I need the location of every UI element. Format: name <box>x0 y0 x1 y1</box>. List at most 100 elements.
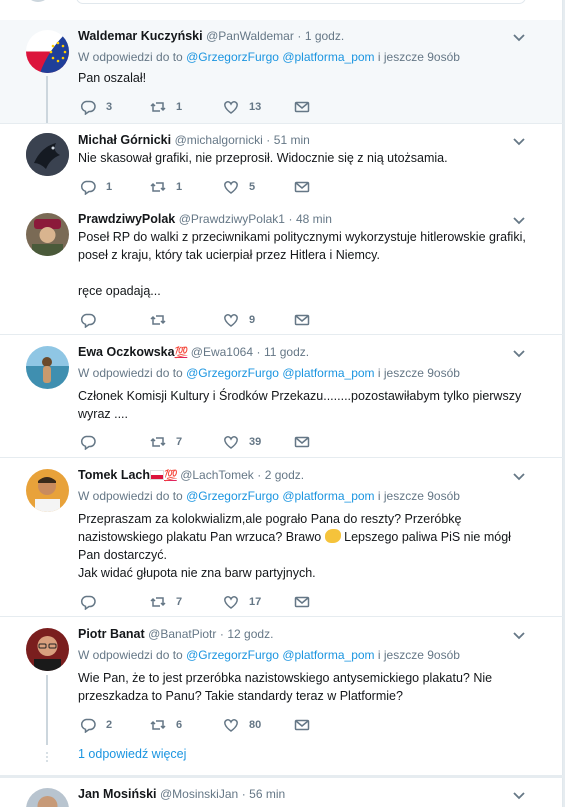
direct-message-button[interactable] <box>294 717 310 733</box>
mention-link[interactable]: @GrzegorzFurgo <box>186 489 279 503</box>
reply-count: 3 <box>106 101 113 113</box>
reply-suffix[interactable]: i jeszcze 9osób <box>378 366 460 380</box>
mention-link[interactable]: @GrzegorzFurgo <box>186 648 279 662</box>
chevron-down-icon[interactable] <box>512 631 526 641</box>
mention-link[interactable]: @platforma_pom <box>282 489 374 503</box>
tweet-michal[interactable]: Michał Górnicki @michalgornicki · 51 min… <box>0 124 563 203</box>
tweet-ewa[interactable]: Ewa Oczkowska💯 @Ewa1064 · 11 godz. W odp… <box>0 335 563 457</box>
timestamp[interactable]: 56 min <box>249 787 285 801</box>
username[interactable]: @Ewa1064 <box>191 345 253 359</box>
display-name[interactable]: Michał Górnicki <box>78 133 171 147</box>
timestamp[interactable]: 11 godz. <box>264 345 309 359</box>
chevron-down-icon[interactable] <box>512 33 526 43</box>
retweet-button[interactable]: 1 <box>150 99 182 115</box>
like-button[interactable]: 17 <box>223 594 261 610</box>
reply-suffix[interactable]: i jeszcze 9osób <box>378 489 460 503</box>
tweet-jan[interactable]: Jan Mosiński @MosinskiJan · 56 min <box>0 778 563 807</box>
chevron-down-icon[interactable] <box>512 472 526 482</box>
like-count: 5 <box>249 181 256 193</box>
mention-link[interactable]: @GrzegorzFurgo <box>186 50 279 64</box>
chevron-down-icon[interactable] <box>512 137 526 147</box>
reply-suffix[interactable]: i jeszcze 9osób <box>378 648 460 662</box>
avatar[interactable] <box>26 133 69 176</box>
reply-button[interactable]: 2 <box>80 717 112 733</box>
reply-suffix[interactable]: i jeszcze 9osób <box>378 50 460 64</box>
avatar[interactable] <box>26 788 69 807</box>
reply-button[interactable]: 1 <box>80 179 112 195</box>
timestamp[interactable]: 1 godz. <box>305 29 344 43</box>
tweet-piotr[interactable]: Piotr Banat @BanatPiotr · 12 godz. W odp… <box>0 617 563 775</box>
username[interactable]: @MosinskiJan <box>160 787 238 801</box>
tweet-prawdziwypolak[interactable]: PrawdziwyPolak @PrawdziwyPolak1 · 48 min… <box>0 203 563 334</box>
tweet-text: Wie Pan, że to jest przeróbka nazistowsk… <box>78 669 528 705</box>
username[interactable]: @BanatPiotr <box>148 627 216 641</box>
like-button[interactable]: 39 <box>223 434 261 450</box>
tweet-text: Członek Komisji Kultury i Środków Przeka… <box>78 387 528 423</box>
retweet-count: 6 <box>176 719 183 731</box>
hundred-points-emoji: 💯 <box>174 347 189 359</box>
reply-button[interactable]: 3 <box>80 99 112 115</box>
mention-link[interactable]: @GrzegorzFurgo <box>186 366 279 380</box>
retweet-count: 1 <box>176 101 183 113</box>
tweet-text-line-with-emoji: nazistowskiego plakatu Pan wrzuca? Brawo… <box>78 528 528 546</box>
reply-input[interactable] <box>76 0 526 4</box>
tweet-waldemar[interactable]: Waldemar Kuczyński @PanWaldemar · 1 godz… <box>0 20 563 123</box>
avatar[interactable] <box>26 213 69 256</box>
timestamp[interactable]: 51 min <box>274 133 310 147</box>
display-name[interactable]: Jan Mosiński <box>78 787 157 801</box>
tweet-header: Tomek Lach 💯 @LachTomek · 2 godz. <box>78 468 304 482</box>
tweet-text-line: Członek Komisji Kultury i Środków Przeka… <box>78 389 522 403</box>
timestamp[interactable]: 48 min <box>296 212 332 226</box>
tweet-tomek[interactable]: Tomek Lach 💯 @LachTomek · 2 godz. W odpow… <box>0 458 563 616</box>
timestamp[interactable]: 2 godz. <box>265 468 304 482</box>
chevron-down-icon[interactable] <box>512 791 526 801</box>
avatar[interactable] <box>26 30 69 73</box>
like-button[interactable]: 80 <box>223 717 261 733</box>
direct-message-button[interactable] <box>294 312 310 328</box>
display-name[interactable]: Waldemar Kuczyński <box>78 29 203 43</box>
mention-link[interactable]: @platforma_pom <box>282 366 374 380</box>
like-button[interactable]: 9 <box>223 312 255 328</box>
tweet-text-line: Wie Pan, że to jest przeróbka nazistowsk… <box>78 671 493 685</box>
direct-message-button[interactable] <box>294 594 310 610</box>
username[interactable]: @PanWaldemar <box>206 29 294 43</box>
retweet-button[interactable]: 6 <box>150 717 182 733</box>
tweet-actions: 7 17 <box>80 594 320 610</box>
mention-link[interactable]: @platforma_pom <box>282 648 374 662</box>
envelope-icon <box>294 314 310 326</box>
reply-button[interactable] <box>80 594 106 610</box>
mention-link[interactable]: @platforma_pom <box>282 50 374 64</box>
username[interactable]: @michalgornicki <box>175 133 263 147</box>
like-button[interactable]: 13 <box>223 99 261 115</box>
avatar[interactable] <box>26 628 69 671</box>
direct-message-button[interactable] <box>294 99 310 115</box>
display-name[interactable]: PrawdziwyPolak <box>78 212 175 226</box>
retweet-button[interactable] <box>150 312 176 328</box>
display-name[interactable]: Tomek Lach <box>78 468 150 482</box>
avatar[interactable] <box>26 469 69 512</box>
username[interactable]: @PrawdziwyPolak1 <box>179 212 285 226</box>
heart-icon <box>224 314 238 327</box>
timestamp[interactable]: 12 godz. <box>227 627 273 641</box>
thread-dots <box>45 752 49 764</box>
separator-dot: · <box>257 468 262 482</box>
clapping-hands-icon <box>324 529 341 543</box>
tweet-text-blank-line <box>78 264 528 282</box>
chevron-down-icon[interactable] <box>512 216 526 226</box>
chevron-down-icon[interactable] <box>512 349 526 359</box>
display-name[interactable]: Piotr Banat <box>78 627 145 641</box>
display-name[interactable]: Ewa Oczkowska <box>78 345 175 359</box>
show-more-replies-link[interactable]: 1 odpowiedź więcej <box>78 747 186 761</box>
retweet-button[interactable]: 7 <box>150 434 182 450</box>
direct-message-button[interactable] <box>294 179 310 195</box>
username[interactable]: @LachTomek <box>180 468 254 482</box>
retweet-button[interactable]: 1 <box>150 179 182 195</box>
retweet-button[interactable]: 7 <box>150 594 182 610</box>
reply-button[interactable] <box>80 434 106 450</box>
reply-button[interactable] <box>80 312 106 328</box>
like-button[interactable]: 5 <box>223 179 255 195</box>
heart-icon <box>224 181 238 194</box>
direct-message-button[interactable] <box>294 434 310 450</box>
tweet-actions: 3 1 13 <box>80 99 320 115</box>
avatar[interactable] <box>26 346 69 389</box>
